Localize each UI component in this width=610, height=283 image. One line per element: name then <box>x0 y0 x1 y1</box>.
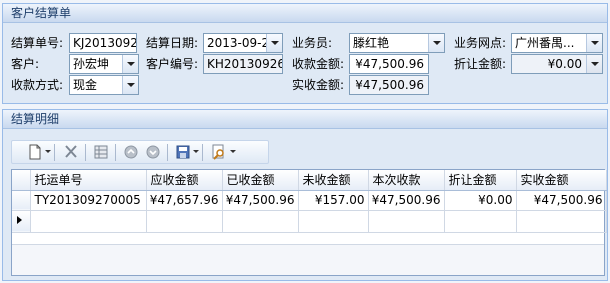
discount-cell[interactable]: ¥0.00 <box>444 190 517 211</box>
received-cell[interactable]: ¥47,500.96 <box>222 190 299 211</box>
salesperson-label: 业务员: <box>292 36 333 50</box>
panel-title: 客户结算单 <box>3 4 607 23</box>
chevron-down-icon[interactable] <box>230 150 236 153</box>
chevron-down-icon[interactable] <box>428 34 444 52</box>
table-row[interactable]: TY201309270005 ¥47,657.96 ¥47,500.96 ¥15… <box>12 190 607 211</box>
new-document-icon[interactable] <box>26 144 44 160</box>
customer-no-field[interactable]: KH20130926 <box>203 54 283 74</box>
detail-toolbar <box>11 140 269 164</box>
row-indicator-header <box>12 170 31 191</box>
actual-received-cell[interactable]: ¥47,500.96 <box>516 190 607 211</box>
payment-method-select[interactable]: 现金 <box>69 75 139 95</box>
collect-amount-field[interactable]: ¥47,500.96 <box>349 54 429 74</box>
settlement-date-label: 结算日期: <box>146 36 199 50</box>
this-payment-cell[interactable]: ¥47,500.96 <box>368 190 445 211</box>
payment-method-label: 收款方式: <box>11 78 64 92</box>
waybill-no-cell[interactable]: TY201309270005 <box>30 190 147 211</box>
settlement-detail-grid: 托运单号 应收金额 已收金额 未收金额 本次收款 折让金额 实收金额 TY201… <box>11 169 607 276</box>
grid-icon[interactable] <box>92 144 110 160</box>
column-header[interactable]: 应收金额 <box>146 170 223 191</box>
branch-label: 业务网点: <box>454 36 507 50</box>
actual-amount-label: 实收金额: <box>292 78 345 92</box>
panel-title: 结算明细 <box>3 110 607 129</box>
chevron-down-icon[interactable] <box>45 150 51 153</box>
settlement-no-field[interactable]: KJ2013092 <box>69 33 137 53</box>
column-header[interactable]: 实收金额 <box>516 170 607 191</box>
move-down-icon[interactable] <box>144 144 162 160</box>
save-icon[interactable] <box>174 144 192 160</box>
new-row[interactable] <box>12 210 607 233</box>
row-indicator[interactable] <box>12 190 31 211</box>
chevron-down-icon[interactable] <box>586 55 602 73</box>
chevron-down-icon[interactable] <box>586 34 602 52</box>
collect-amount-label: 收款金额: <box>292 57 345 71</box>
settlement-date-picker[interactable]: 2013-09-2 <box>203 33 283 53</box>
column-header[interactable]: 未收金额 <box>298 170 369 191</box>
settlement-header-panel: 客户结算单 结算单号: KJ2013092 结算日期: 2013-09-2 业务… <box>2 3 608 104</box>
column-header[interactable]: 托运单号 <box>30 170 147 191</box>
customer-label: 客户: <box>11 57 40 71</box>
chevron-down-icon[interactable] <box>193 150 199 153</box>
customer-no-label: 客户编号: <box>146 57 199 71</box>
receivable-cell[interactable]: ¥47,657.96 <box>146 190 223 211</box>
delete-icon[interactable] <box>62 144 80 160</box>
table-header-row: 托运单号 应收金额 已收金额 未收金额 本次收款 折让金额 实收金额 <box>12 170 607 191</box>
row-indicator[interactable] <box>12 210 31 233</box>
column-header[interactable]: 已收金额 <box>222 170 299 191</box>
salesperson-select[interactable]: 滕红艳 <box>349 33 445 53</box>
outstanding-cell[interactable]: ¥157.00 <box>298 190 369 211</box>
discount-label: 折让金额: <box>454 57 507 71</box>
settlement-detail-panel: 结算明细 托运单号 应收金额 已收金额 未收金额 本次收款 折让金额 实收金额 … <box>2 109 608 281</box>
column-header[interactable]: 折让金额 <box>444 170 517 191</box>
move-up-icon[interactable] <box>122 144 140 160</box>
settlement-no-label: 结算单号: <box>11 36 64 50</box>
discount-field[interactable]: ¥0.00 <box>511 54 603 74</box>
actual-amount-field[interactable]: ¥47,500.96 <box>349 75 429 95</box>
chevron-down-icon[interactable] <box>266 34 282 52</box>
customer-select[interactable]: 孙宏坤 <box>69 54 139 74</box>
find-icon[interactable] <box>210 144 228 160</box>
current-row-arrow-icon <box>17 215 22 224</box>
chevron-down-icon[interactable] <box>122 76 138 94</box>
branch-select[interactable]: 广州番禺... <box>511 33 603 53</box>
chevron-down-icon[interactable] <box>122 55 138 73</box>
column-header[interactable]: 本次收款 <box>368 170 445 191</box>
grid-footer <box>12 244 604 275</box>
